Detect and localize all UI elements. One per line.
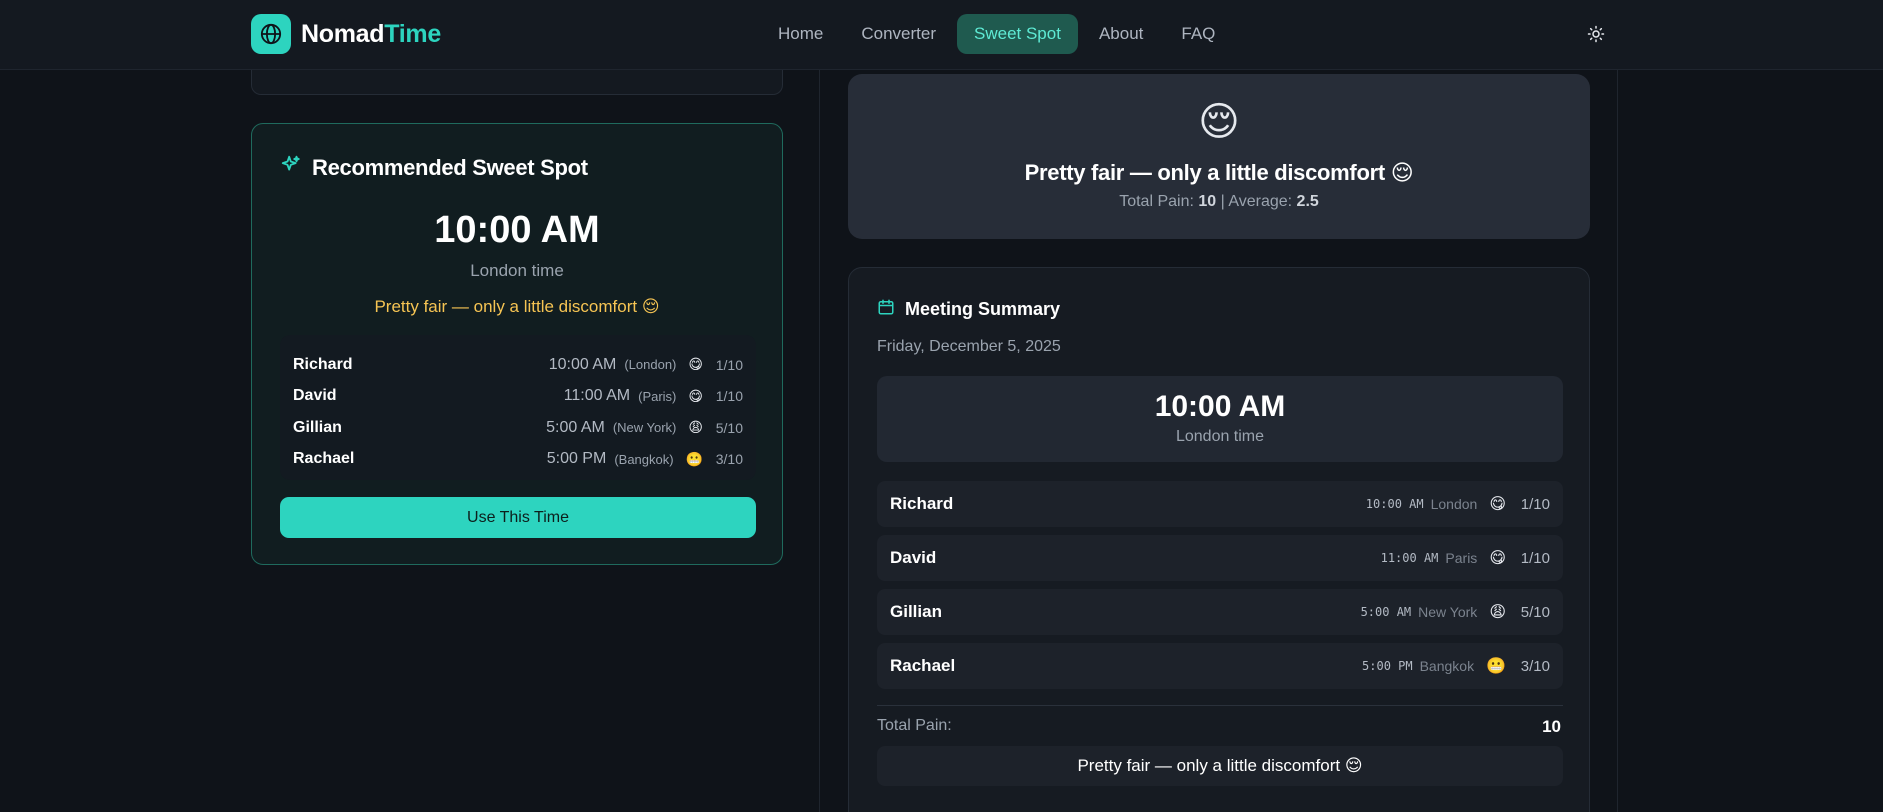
participant-time: 10:00 AM: [548, 355, 617, 373]
participant-city: (Bangkok): [614, 451, 674, 467]
pain-score: 1/10: [1520, 495, 1550, 513]
participant-list: Richard 10:00 AM (London) 😋 1/10 David 1…: [280, 335, 756, 480]
participant-row: David 11:00 AM (Paris) 😋 1/10: [293, 381, 743, 413]
recommended-card: Recommended Sweet Spot 10:00 AM London t…: [251, 123, 783, 565]
globe-icon: [251, 14, 291, 54]
participant-name: Richard: [890, 494, 954, 513]
summary-verdict: Pretty fair — only a little discomfort 😌: [877, 746, 1563, 786]
participant-name: David: [293, 387, 337, 405]
pain-emoji-icon: 😋: [1489, 496, 1506, 513]
participant-time: 5:00 AM: [546, 418, 605, 436]
participant-city: Bangkok: [1419, 658, 1475, 674]
participant-name: Rachael: [293, 450, 355, 468]
participant-time: 11:00 AM: [563, 387, 631, 405]
summary-title-text: Meeting Summary: [905, 299, 1061, 319]
pain-score: 3/10: [715, 451, 743, 468]
meeting-time: 10:00 AM: [1154, 390, 1286, 423]
pain-score: 5/10: [1520, 603, 1550, 621]
participant-row: Richard 10:00 AM (London) 😋 1/10: [293, 349, 743, 381]
relieved-face-icon: 😌: [1198, 100, 1240, 144]
recommended-zone: London time: [470, 261, 564, 280]
participant-name: Gillian: [293, 418, 342, 436]
summary-row: Rachael 5:00 PM Bangkok 😬 3/10: [877, 643, 1563, 689]
sun-icon[interactable]: [1584, 22, 1608, 46]
pain-score: 1/10: [1520, 549, 1550, 567]
recommended-time: 10:00 AM: [434, 209, 600, 251]
pain-score: 3/10: [1520, 657, 1550, 675]
participant-name: Rachael: [890, 656, 956, 675]
participant-time: 11:00 AM: [1380, 551, 1439, 565]
summary-row: Richard 10:00 AM London 😋 1/10: [877, 481, 1563, 527]
meeting-summary-card: Meeting Summary Friday, December 5, 2025…: [848, 267, 1590, 812]
meeting-zone: London time: [1175, 428, 1265, 445]
pain-emoji-icon: 😋: [688, 387, 703, 404]
calendar-icon: [877, 298, 895, 321]
recommended-verdict: Pretty fair — only a little discomfort 😌: [374, 297, 660, 316]
app-name-part1: Nomad: [301, 19, 385, 48]
participant-city: Paris: [1445, 550, 1478, 566]
use-this-time-button[interactable]: Use This Time: [280, 497, 756, 538]
participant-time: 5:00 PM: [1362, 659, 1413, 673]
meeting-date: Friday, December 5, 2025: [877, 338, 1061, 355]
meeting-time-box: 10:00 AM London time: [877, 376, 1563, 462]
nav-sweet-spot[interactable]: Sweet Spot: [957, 14, 1078, 54]
total-pain-value: 10: [1198, 193, 1217, 210]
pain-score: 5/10: [715, 419, 743, 436]
pain-emoji-icon: 😩: [688, 419, 703, 436]
pain-emoji-icon: 😋: [688, 356, 703, 373]
fairness-card: 😌 Pretty fair — only a little discomfort…: [848, 74, 1590, 239]
main-nav: Home Converter Sweet Spot About FAQ: [761, 14, 1232, 54]
total-pain-label: Total Pain:: [1119, 193, 1194, 210]
pain-emoji-icon: 😩: [1489, 604, 1506, 621]
participant-time: 10:00 AM: [1365, 497, 1424, 511]
participant-name: Gillian: [890, 602, 942, 621]
recommended-title-text: Recommended Sweet Spot: [312, 155, 588, 180]
pain-emoji-icon: 😋: [1489, 550, 1506, 567]
summary-participant-list: Richard 10:00 AM London 😋 1/10 David 11:…: [877, 481, 1563, 697]
summary-title: Meeting Summary: [877, 298, 1060, 321]
average-value: 2.5: [1296, 193, 1319, 210]
average-label: | Average:: [1220, 193, 1293, 210]
fairness-title: Pretty fair — only a little discomfort 😌: [1024, 160, 1414, 185]
participant-row: Gillian 5:00 AM (New York) 😩 5/10: [293, 412, 743, 444]
participant-city: (Paris): [638, 388, 677, 404]
summary-total-label: Total Pain:: [877, 717, 952, 734]
participant-city: (New York): [612, 420, 677, 436]
participant-time: 5:00 PM: [546, 450, 607, 468]
participant-name: Richard: [293, 355, 353, 373]
participant-row: Rachael 5:00 PM (Bangkok) 😬 3/10: [293, 444, 743, 476]
sparkles-icon: [280, 154, 302, 182]
pain-score: 1/10: [715, 356, 743, 373]
app-name: NomadTime: [301, 20, 441, 49]
participant-time: 5:00 AM: [1360, 605, 1412, 619]
column-divider: [819, 70, 820, 812]
pain-score: 1/10: [715, 388, 743, 405]
app-name-part2: Time: [384, 19, 441, 48]
pain-emoji-icon: 😬: [685, 450, 703, 467]
pain-emoji-icon: 😬: [1486, 658, 1506, 675]
top-navbar: NomadTime Home Converter Sweet Spot Abou…: [0, 0, 1883, 70]
nav-faq[interactable]: FAQ: [1164, 14, 1232, 54]
summary-row: David 11:00 AM Paris 😋 1/10: [877, 535, 1563, 581]
participant-city: New York: [1418, 604, 1478, 620]
app-logo[interactable]: NomadTime: [251, 14, 441, 54]
summary-row: Gillian 5:00 AM New York 😩 5/10: [877, 589, 1563, 635]
participant-name: David: [890, 548, 937, 567]
recommended-title: Recommended Sweet Spot: [280, 154, 588, 182]
nav-home[interactable]: Home: [761, 14, 840, 54]
participant-city: London: [1430, 496, 1478, 512]
fairness-stats: Total Pain: 10 | Average: 2.5: [848, 193, 1590, 211]
summary-total-value: 10: [1542, 717, 1561, 736]
nav-about[interactable]: About: [1082, 14, 1160, 54]
divider: [877, 705, 1563, 706]
nav-converter[interactable]: Converter: [844, 14, 953, 54]
participant-city: (London): [624, 357, 677, 373]
column-divider-right: [1617, 70, 1618, 812]
